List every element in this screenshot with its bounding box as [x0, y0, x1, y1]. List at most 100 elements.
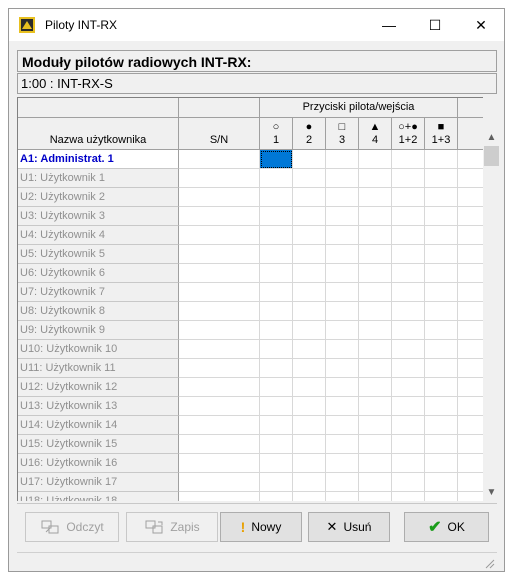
button-cell[interactable]	[326, 435, 359, 454]
button-cell[interactable]	[392, 245, 425, 264]
button-cell[interactable]	[392, 340, 425, 359]
button-cell[interactable]	[326, 492, 359, 501]
button-cell[interactable]	[326, 283, 359, 302]
button-cell[interactable]	[425, 150, 458, 169]
button-cell[interactable]	[326, 321, 359, 340]
button-cell[interactable]	[359, 340, 392, 359]
sn-cell[interactable]	[179, 207, 260, 226]
button-cell[interactable]	[260, 416, 293, 435]
button-cell[interactable]	[260, 169, 293, 188]
button-cell[interactable]	[260, 188, 293, 207]
sn-cell[interactable]	[179, 473, 260, 492]
button-cell[interactable]	[326, 359, 359, 378]
button-cell[interactable]	[260, 473, 293, 492]
button-cell[interactable]	[260, 321, 293, 340]
button-cell[interactable]	[326, 245, 359, 264]
button-cell[interactable]	[359, 264, 392, 283]
button-cell[interactable]	[326, 150, 359, 169]
sn-cell[interactable]	[179, 245, 260, 264]
button-cell[interactable]	[326, 226, 359, 245]
button-cell[interactable]	[260, 207, 293, 226]
button-cell[interactable]	[392, 302, 425, 321]
button-cell[interactable]	[293, 150, 326, 169]
user-row-name[interactable]: U16: Użytkownik 16	[18, 454, 179, 473]
button-cell[interactable]	[293, 188, 326, 207]
user-row-name[interactable]: U5: Użytkownik 5	[18, 245, 179, 264]
button-cell[interactable]	[326, 169, 359, 188]
button-cell[interactable]	[392, 397, 425, 416]
button-cell[interactable]	[392, 454, 425, 473]
user-row-name[interactable]: U14: Użytkownik 14	[18, 416, 179, 435]
button-cell[interactable]	[425, 492, 458, 501]
button-cell[interactable]	[326, 378, 359, 397]
module-selector[interactable]: 1:00 : INT-RX-S	[17, 73, 497, 94]
user-row-name[interactable]: U12: Użytkownik 12	[18, 378, 179, 397]
column-header-button-5[interactable]: ○+● 1+2	[392, 118, 425, 150]
button-cell[interactable]	[359, 454, 392, 473]
button-cell[interactable]	[392, 188, 425, 207]
sn-cell[interactable]	[179, 359, 260, 378]
user-row-name[interactable]: U17: Użytkownik 17	[18, 473, 179, 492]
button-cell[interactable]	[293, 397, 326, 416]
resize-grip-icon[interactable]	[483, 557, 495, 569]
user-row-name[interactable]: U13: Użytkownik 13	[18, 397, 179, 416]
button-cell[interactable]	[425, 473, 458, 492]
minimize-button[interactable]: —	[366, 9, 412, 41]
user-row-name[interactable]: U4: Użytkownik 4	[18, 226, 179, 245]
user-row-name[interactable]: U10: Użytkownik 10	[18, 340, 179, 359]
button-cell[interactable]	[392, 359, 425, 378]
button-cell[interactable]	[326, 397, 359, 416]
user-row-name[interactable]: U18: Użytkownik 18	[18, 492, 179, 501]
user-row-name[interactable]: U6: Użytkownik 6	[18, 264, 179, 283]
sn-cell[interactable]	[179, 321, 260, 340]
sn-cell[interactable]	[179, 264, 260, 283]
sn-cell[interactable]	[179, 416, 260, 435]
user-row-name[interactable]: U7: Użytkownik 7	[18, 283, 179, 302]
write-button[interactable]: Zapis	[126, 512, 218, 542]
button-cell[interactable]	[392, 207, 425, 226]
button-cell[interactable]	[293, 226, 326, 245]
button-cell[interactable]	[425, 340, 458, 359]
column-header-button-4[interactable]: ▲ 4	[359, 118, 392, 150]
button-cell[interactable]	[326, 340, 359, 359]
title-bar[interactable]: Piloty INT-RX — ☐ ✕	[9, 9, 504, 41]
column-header-sn[interactable]: S/N	[179, 118, 260, 150]
scroll-thumb[interactable]	[484, 146, 499, 166]
sn-cell[interactable]	[179, 378, 260, 397]
vertical-scrollbar[interactable]: ▲ ▼	[483, 129, 500, 501]
button-cell[interactable]	[359, 397, 392, 416]
button-cell[interactable]	[326, 207, 359, 226]
button-cell[interactable]	[392, 492, 425, 501]
button-cell[interactable]	[392, 416, 425, 435]
button-cell[interactable]	[326, 454, 359, 473]
sn-cell[interactable]	[179, 302, 260, 321]
button-cell[interactable]	[260, 435, 293, 454]
button-cell[interactable]	[425, 321, 458, 340]
user-row-name[interactable]: U11: Użytkownik 11	[18, 359, 179, 378]
user-row-name[interactable]: U8: Użytkownik 8	[18, 302, 179, 321]
admin-row-name[interactable]: A1: Administrat. 1	[18, 150, 179, 169]
button-cell[interactable]	[359, 492, 392, 501]
sn-cell[interactable]	[179, 188, 260, 207]
button-cell[interactable]	[425, 245, 458, 264]
button-cell[interactable]	[392, 321, 425, 340]
button-cell[interactable]	[425, 378, 458, 397]
button-cell[interactable]	[392, 169, 425, 188]
button-cell[interactable]	[293, 283, 326, 302]
button-cell[interactable]	[425, 188, 458, 207]
button-cell[interactable]	[425, 264, 458, 283]
maximize-button[interactable]: ☐	[412, 9, 458, 41]
button-cell[interactable]	[392, 264, 425, 283]
button-cell[interactable]	[293, 359, 326, 378]
button-cell[interactable]	[293, 207, 326, 226]
button-cell[interactable]	[392, 226, 425, 245]
button-cell[interactable]	[260, 264, 293, 283]
sn-cell[interactable]	[179, 340, 260, 359]
button-cell[interactable]	[293, 454, 326, 473]
button-cell[interactable]	[293, 378, 326, 397]
column-header-button-3[interactable]: □ 3	[326, 118, 359, 150]
button-cell[interactable]	[260, 245, 293, 264]
button-cell[interactable]	[359, 302, 392, 321]
button-cell[interactable]	[392, 473, 425, 492]
sn-cell[interactable]	[179, 283, 260, 302]
